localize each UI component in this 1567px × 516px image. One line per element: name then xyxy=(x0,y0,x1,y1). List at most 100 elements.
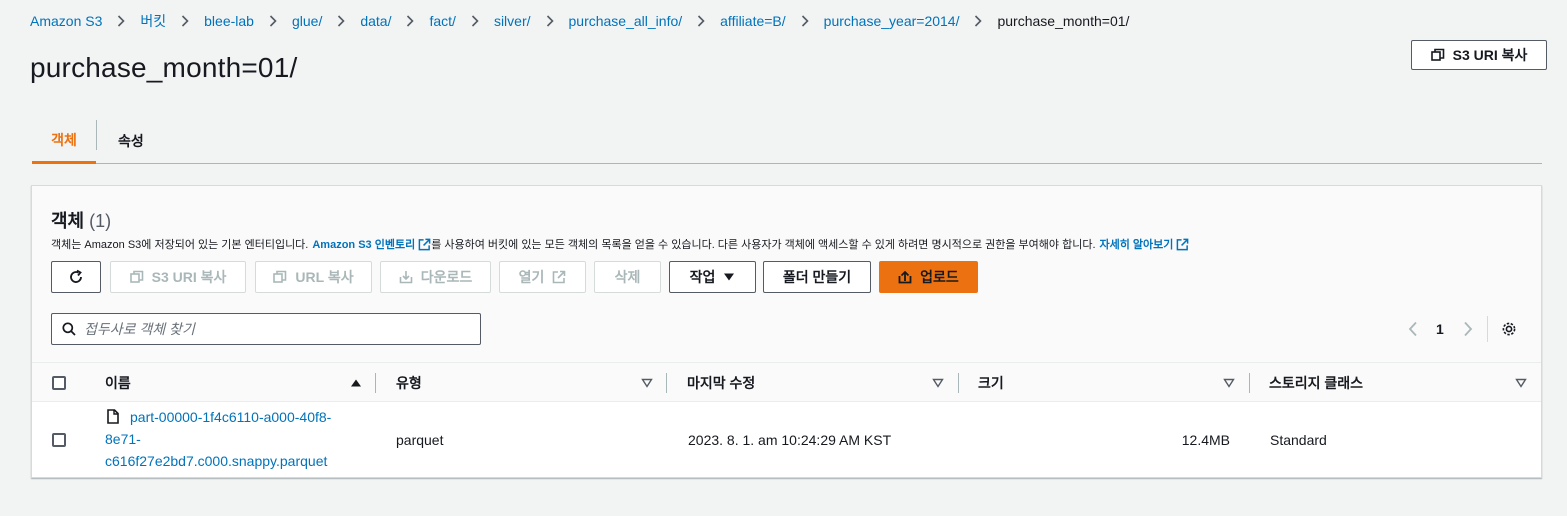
panel-title: 객체 (1) xyxy=(51,207,111,233)
external-link-icon xyxy=(553,270,566,284)
open-button[interactable]: 열기 xyxy=(499,261,586,293)
cell-size: 12.4MB xyxy=(1181,432,1230,448)
search-input[interactable] xyxy=(84,321,464,337)
open-label: 열기 xyxy=(518,269,545,285)
file-name-line-2[interactable]: 8e71- xyxy=(105,428,141,450)
create-folder-label: 폴더 만들기 xyxy=(782,269,852,285)
tab-properties[interactable]: 속성 xyxy=(118,118,144,163)
create-folder-button[interactable]: 폴더 만들기 xyxy=(763,261,871,293)
breadcrumb-item-current: purchase_month=01/ xyxy=(997,13,1130,29)
object-count: (1) xyxy=(89,211,112,231)
copy-icon xyxy=(1430,48,1444,61)
table-row: part-00000-1f4c6110-a000-40f8- 8e71- c61… xyxy=(32,402,1541,478)
gear-icon[interactable] xyxy=(1501,321,1517,337)
breadcrumb-item-affiliate[interactable]: affiliate=B/ xyxy=(720,13,786,29)
delete-button[interactable]: 삭제 xyxy=(594,261,661,293)
chevron-right-icon xyxy=(974,15,983,27)
external-link-icon xyxy=(418,238,431,250)
tab-objects[interactable]: 객체 xyxy=(32,118,96,164)
breadcrumb-item-silver[interactable]: silver/ xyxy=(494,13,531,29)
learn-more-link[interactable]: 자세히 알아보기 xyxy=(1100,236,1190,252)
copy-icon xyxy=(273,270,287,283)
tab-divider xyxy=(96,120,97,150)
copy-s3-uri-button[interactable]: S3 URI 복사 xyxy=(1411,40,1547,70)
refresh-icon xyxy=(70,269,82,283)
cell-last-modified: 2023. 8. 1. am 10:24:29 AM KST xyxy=(688,432,892,448)
column-header-size[interactable]: 크기 xyxy=(978,363,1004,403)
chevron-left-icon[interactable] xyxy=(1408,321,1418,337)
sort-icon[interactable] xyxy=(641,378,653,388)
copy-url-label: URL 복사 xyxy=(295,269,354,285)
copy-s3-uri-label: S3 URI 복사 xyxy=(1452,47,1528,63)
breadcrumb-item-fact[interactable]: fact/ xyxy=(429,13,455,29)
chevron-right-icon xyxy=(269,15,277,27)
file-icon xyxy=(107,409,119,424)
column-divider[interactable] xyxy=(375,373,376,393)
breadcrumb-item-bucket[interactable]: blee-lab xyxy=(204,13,254,29)
upload-icon xyxy=(898,270,912,284)
chevron-right-icon xyxy=(406,15,415,27)
breadcrumb-item-purchase-all-info[interactable]: purchase_all_info/ xyxy=(569,13,683,29)
page-title: purchase_month=01/ xyxy=(30,52,298,83)
chevron-right-icon xyxy=(697,15,705,27)
cell-type: parquet xyxy=(396,432,444,448)
chevron-right-icon xyxy=(337,15,345,27)
column-divider[interactable] xyxy=(958,373,959,393)
table-header: 이름 유형 마지막 수정 크기 스토리지 클래스 xyxy=(32,362,1541,402)
refresh-button[interactable] xyxy=(51,261,101,293)
file-name-line-3[interactable]: c616f27e2bd7.c000.snappy.parquet xyxy=(105,450,327,472)
breadcrumb: Amazon S3 버킷 blee-lab glue/ data/ fact/ … xyxy=(30,11,1129,31)
column-divider[interactable] xyxy=(666,373,667,393)
inventory-link-label: Amazon S3 인벤토리 xyxy=(312,239,416,251)
copy-icon xyxy=(129,270,143,283)
delete-label: 삭제 xyxy=(614,269,641,285)
column-header-name[interactable]: 이름 xyxy=(105,363,131,403)
column-header-type[interactable]: 유형 xyxy=(396,363,422,403)
download-icon xyxy=(399,271,413,284)
download-label: 다운로드 xyxy=(420,269,473,285)
select-all-checkbox[interactable] xyxy=(52,376,66,390)
search-box xyxy=(51,313,481,345)
breadcrumb-item-amazon-s3[interactable]: Amazon S3 xyxy=(30,13,102,29)
chevron-right-icon xyxy=(801,15,809,27)
column-divider[interactable] xyxy=(1249,373,1250,393)
breadcrumb-item-glue[interactable]: glue/ xyxy=(292,13,322,29)
sort-icon[interactable] xyxy=(1223,378,1235,388)
panel-header: 객체 (1) 객체는 Amazon S3에 저장되어 있는 기본 엔터티입니다.… xyxy=(32,186,1541,362)
upload-button[interactable]: 업로드 xyxy=(879,261,978,293)
actions-dropdown[interactable]: 작업 xyxy=(669,261,756,293)
inventory-link[interactable]: Amazon S3 인벤토리 xyxy=(312,236,431,252)
description-text-1: 객체는 Amazon S3에 저장되어 있는 기본 엔터티입니다. xyxy=(51,239,309,251)
copy-s3-uri-toolbar-button[interactable]: S3 URI 복사 xyxy=(110,261,246,293)
breadcrumb-item-data[interactable]: data/ xyxy=(360,13,391,29)
breadcrumb-item-buckets[interactable]: 버킷 xyxy=(140,11,166,31)
external-link-icon xyxy=(1177,238,1189,250)
chevron-right-icon xyxy=(471,15,479,27)
file-name-line-1[interactable]: part-00000-1f4c6110-a000-40f8- xyxy=(130,406,331,428)
cell-storage-class: Standard xyxy=(1270,432,1327,448)
actions-label: 작업 xyxy=(689,269,716,285)
description-text-2: 를 사용하여 버킷에 있는 모든 객체의 목록을 얻을 수 있습니다. 다른 사… xyxy=(431,239,1096,251)
sort-icon[interactable] xyxy=(1515,378,1527,388)
sort-icon[interactable] xyxy=(932,378,944,388)
column-header-storage-class[interactable]: 스토리지 클래스 xyxy=(1269,363,1363,403)
chevron-right-icon xyxy=(181,15,189,27)
panel-title-text: 객체 xyxy=(51,211,85,231)
caret-down-icon xyxy=(724,273,735,281)
breadcrumb-item-purchase-year[interactable]: purchase_year=2014/ xyxy=(824,13,960,29)
copy-url-button[interactable]: URL 복사 xyxy=(255,261,372,293)
chevron-right-icon xyxy=(546,15,554,27)
current-page[interactable]: 1 xyxy=(1436,321,1444,337)
sort-ascending-icon[interactable] xyxy=(350,378,362,388)
upload-label: 업로드 xyxy=(920,269,959,285)
copy-s3-uri-toolbar-label: S3 URI 복사 xyxy=(151,269,227,285)
objects-panel: 객체 (1) 객체는 Amazon S3에 저장되어 있는 기본 엔터티입니다.… xyxy=(31,185,1542,478)
learn-more-label: 자세히 알아보기 xyxy=(1099,239,1174,251)
download-button[interactable]: 다운로드 xyxy=(380,261,491,293)
chevron-right-icon[interactable] xyxy=(1463,321,1473,337)
tabs: 객체 속성 xyxy=(32,118,1542,164)
chevron-right-icon xyxy=(117,15,126,27)
column-header-last-modified[interactable]: 마지막 수정 xyxy=(687,363,755,403)
search-icon xyxy=(62,322,76,336)
row-checkbox[interactable] xyxy=(52,433,66,447)
